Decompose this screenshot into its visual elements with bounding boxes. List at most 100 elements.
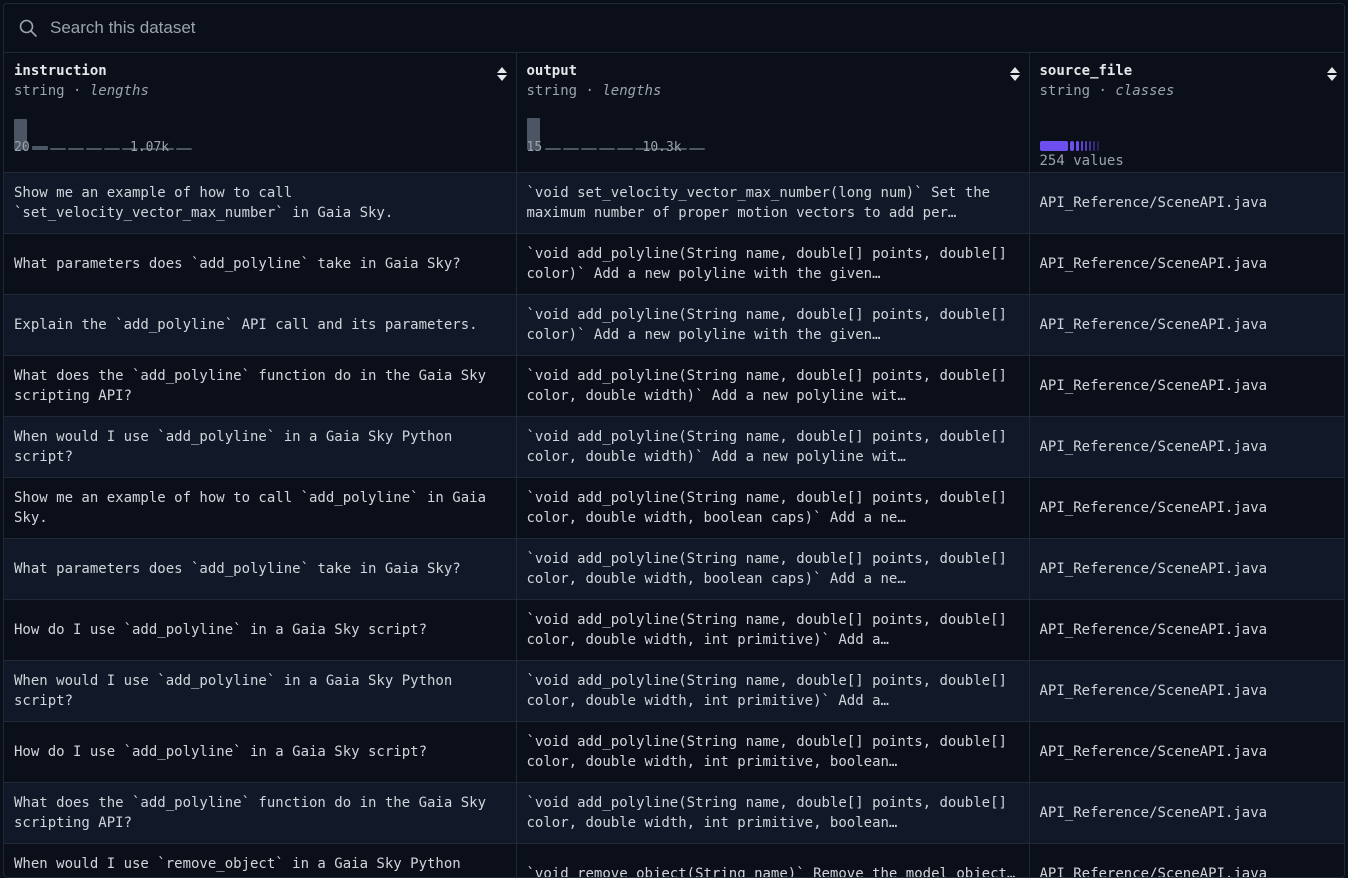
cell-instruction[interactable]: What does the `add_polyline` function do… xyxy=(4,355,517,417)
cell-text: What parameters does `add_polyline` take… xyxy=(14,560,461,577)
column-header-output[interactable]: output string · lengths 15 10.3k xyxy=(516,53,1030,173)
table-row[interactable]: What does the `add_polyline` function do… xyxy=(4,355,1344,417)
table-row[interactable]: What parameters does `add_polyline` take… xyxy=(4,233,1344,295)
sort-icon[interactable] xyxy=(1326,66,1338,82)
cell-output[interactable]: `void add_polyline(String name, double[]… xyxy=(516,477,1030,539)
cell-text: Explain the `add_polyline` API call and … xyxy=(14,316,478,333)
cell-output[interactable]: `void add_polyline(String name, double[]… xyxy=(516,355,1030,417)
histogram-bar xyxy=(598,148,615,150)
cell-instruction[interactable]: How do I use `add_polyline` in a Gaia Sk… xyxy=(4,599,517,661)
cell-source-file[interactable]: API_Reference/SceneAPI.java xyxy=(1029,416,1344,478)
class-segment xyxy=(1080,141,1083,151)
cell-source-file[interactable]: API_Reference/SceneAPI.java xyxy=(1029,477,1344,539)
cell-instruction[interactable]: What does the `add_polyline` function do… xyxy=(4,782,517,844)
cell-instruction[interactable]: When would I use `add_polyline` in a Gai… xyxy=(4,416,517,478)
cell-text: How do I use `add_polyline` in a Gaia Sk… xyxy=(14,621,428,638)
search-input[interactable] xyxy=(50,18,650,38)
cell-source-file[interactable]: API_Reference/SceneAPI.java xyxy=(1029,233,1344,295)
table-row[interactable]: Explain the `add_polyline` API call and … xyxy=(4,294,1344,356)
class-segment xyxy=(1084,141,1087,151)
cell-source-file[interactable]: API_Reference/SceneAPI.java xyxy=(1029,782,1344,844)
cell-text: API_Reference/SceneAPI.java xyxy=(1039,560,1268,577)
histogram-min-label: 20 xyxy=(14,140,30,155)
class-segment xyxy=(1039,141,1068,151)
cell-instruction[interactable]: What parameters does `add_polyline` take… xyxy=(4,538,517,600)
histogram-max-label: 10.3k xyxy=(642,140,682,155)
table-row[interactable]: What does the `add_polyline` function do… xyxy=(4,782,1344,844)
histogram-bar xyxy=(32,146,48,150)
histogram-bar xyxy=(104,148,120,150)
cell-text: `void add_polyline(String name, double[]… xyxy=(526,794,1007,831)
class-segment xyxy=(1069,141,1074,151)
cell-source-file[interactable]: API_Reference/SceneAPI.java xyxy=(1029,843,1344,878)
histogram-bar xyxy=(176,148,192,150)
cell-source-file[interactable]: API_Reference/SceneAPI.java xyxy=(1029,721,1344,783)
table-row[interactable]: When would I use `add_polyline` in a Gai… xyxy=(4,416,1344,478)
sort-icon[interactable] xyxy=(496,66,508,82)
cell-instruction[interactable]: When would I use `add_polyline` in a Gai… xyxy=(4,660,517,722)
header-row: instruction string · lengths 20 1.07k ou… xyxy=(4,53,1344,173)
cell-text: API_Reference/SceneAPI.java xyxy=(1039,194,1268,211)
class-distribution-bar[interactable] xyxy=(1039,141,1102,151)
cell-output[interactable]: `void add_polyline(String name, double[]… xyxy=(516,721,1030,783)
table-row[interactable]: What parameters does `add_polyline` take… xyxy=(4,538,1344,600)
cell-text: What does the `add_polyline` function do… xyxy=(14,794,487,831)
histogram-bar xyxy=(68,148,84,150)
cell-text: How do I use `add_polyline` in a Gaia Sk… xyxy=(14,743,428,760)
cell-source-file[interactable]: API_Reference/SceneAPI.java xyxy=(1029,599,1344,661)
cell-instruction[interactable]: Show me an example of how to call `set_v… xyxy=(4,172,517,234)
column-header-source-file[interactable]: source_file string · classes 254 values xyxy=(1029,53,1344,173)
table-row[interactable]: When would I use `remove_object` in a Ga… xyxy=(4,843,1344,878)
cell-text: `void set_velocity_vector_max_number(lon… xyxy=(526,184,991,221)
cell-text: `void add_polyline(String name, double[]… xyxy=(526,489,1007,526)
cell-instruction[interactable]: Explain the `add_polyline` API call and … xyxy=(4,294,517,356)
table-row[interactable]: How do I use `add_polyline` in a Gaia Sk… xyxy=(4,721,1344,783)
cell-instruction[interactable]: How do I use `add_polyline` in a Gaia Sk… xyxy=(4,721,517,783)
class-segment xyxy=(1096,141,1099,151)
cell-output[interactable]: `void add_polyline(String name, double[]… xyxy=(516,660,1030,722)
histogram-bar xyxy=(688,148,705,150)
cell-text: `void add_polyline(String name, double[]… xyxy=(526,672,1007,709)
cell-source-file[interactable]: API_Reference/SceneAPI.java xyxy=(1029,294,1344,356)
cell-text: When would I use `add_polyline` in a Gai… xyxy=(14,428,453,465)
cell-text: API_Reference/SceneAPI.java xyxy=(1039,377,1268,394)
table-row[interactable]: Show me an example of how to call `set_v… xyxy=(4,172,1344,234)
column-name: output xyxy=(526,63,578,79)
cell-source-file[interactable]: API_Reference/SceneAPI.java xyxy=(1029,172,1344,234)
cell-instruction[interactable]: Show me an example of how to call `add_p… xyxy=(4,477,517,539)
cell-text: What parameters does `add_polyline` take… xyxy=(14,255,461,272)
cell-output[interactable]: `void add_polyline(String name, double[]… xyxy=(516,538,1030,600)
cell-output[interactable]: `void set_velocity_vector_max_number(lon… xyxy=(516,172,1030,234)
table-row[interactable]: How do I use `add_polyline` in a Gaia Sk… xyxy=(4,599,1344,661)
cell-output[interactable]: `void add_polyline(String name, double[]… xyxy=(516,599,1030,661)
column-type: string · lengths xyxy=(14,83,149,99)
cell-text: API_Reference/SceneAPI.java xyxy=(1039,255,1268,272)
cell-output[interactable]: `void add_polyline(String name, double[]… xyxy=(516,294,1030,356)
cell-text: What does the `add_polyline` function do… xyxy=(14,367,487,404)
search-icon xyxy=(19,19,37,37)
table-row[interactable]: When would I use `add_polyline` in a Gai… xyxy=(4,660,1344,722)
histogram-bar xyxy=(616,148,633,150)
cell-output[interactable]: `void remove_object(String name)` Remove… xyxy=(516,843,1030,877)
cell-source-file[interactable]: API_Reference/SceneAPI.java xyxy=(1029,538,1344,600)
cell-text: `void add_polyline(String name, double[]… xyxy=(526,367,1007,404)
column-header-instruction[interactable]: instruction string · lengths 20 1.07k xyxy=(4,53,517,173)
cell-instruction[interactable]: What parameters does `add_polyline` take… xyxy=(4,233,517,295)
column-name: source_file xyxy=(1039,63,1133,79)
sort-icon[interactable] xyxy=(1009,66,1021,82)
cell-text: `void add_polyline(String name, double[]… xyxy=(526,245,1007,282)
column-type: string · lengths xyxy=(526,83,662,99)
cell-text: `void add_polyline(String name, double[]… xyxy=(526,550,1007,587)
cell-output[interactable]: `void add_polyline(String name, double[]… xyxy=(516,233,1030,295)
histogram-bar xyxy=(580,148,597,150)
cell-output[interactable]: `void add_polyline(String name, double[]… xyxy=(516,782,1030,844)
cell-output[interactable]: `void add_polyline(String name, double[]… xyxy=(516,416,1030,478)
histogram-bar xyxy=(562,148,579,150)
cell-text: API_Reference/SceneAPI.java xyxy=(1039,865,1268,878)
cell-source-file[interactable]: API_Reference/SceneAPI.java xyxy=(1029,355,1344,417)
cell-source-file[interactable]: API_Reference/SceneAPI.java xyxy=(1029,660,1344,722)
cell-text: Show me an example of how to call `add_p… xyxy=(14,489,487,526)
table-row[interactable]: Show me an example of how to call `add_p… xyxy=(4,477,1344,539)
cell-instruction[interactable]: When would I use `remove_object` in a Ga… xyxy=(4,843,517,877)
histogram-bar xyxy=(86,148,102,150)
